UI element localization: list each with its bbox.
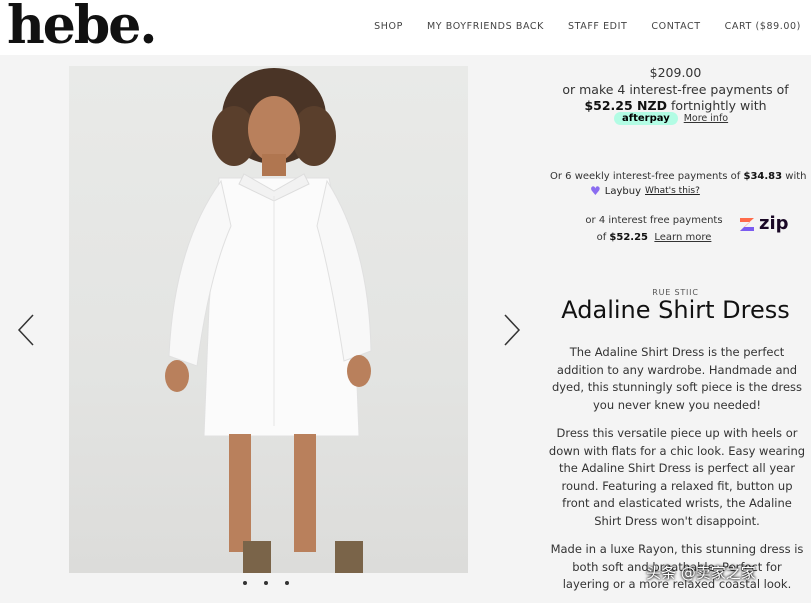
- laybuy-whats-this-link[interactable]: What's this?: [645, 186, 700, 196]
- model-illustration: [165, 68, 372, 573]
- laybuy-suffix: with: [785, 171, 807, 182]
- watermark: 头条 @卖家之家: [646, 564, 756, 582]
- product-description-paragraph: The Adaline Shirt Dress is the perfect a…: [551, 345, 803, 412]
- nav-cart[interactable]: CART ($89.00): [725, 21, 801, 32]
- gallery-pagination: [243, 581, 289, 585]
- gallery-dot[interactable]: [264, 581, 268, 585]
- afterpay-more-info-link[interactable]: More info: [684, 113, 728, 124]
- gallery-dot[interactable]: [285, 581, 289, 585]
- zip-message: or 4 interest free payments of $52.25 Le…: [580, 212, 728, 246]
- product-title: Adaline Shirt Dress: [561, 296, 790, 324]
- nav-my-boyfriends-back[interactable]: MY BOYFRIENDS BACK: [427, 21, 544, 32]
- gallery-dot[interactable]: [243, 581, 247, 585]
- laybuy-row: ♥ Laybuy What's this?: [590, 184, 700, 198]
- zip-line1: or 4 interest free payments: [585, 215, 723, 226]
- product-description-paragraph: Dress this versatile piece up with heels…: [548, 426, 806, 528]
- zip-learn-more-link[interactable]: Learn more: [654, 232, 711, 243]
- afterpay-suffix: fortnightly with: [670, 98, 767, 113]
- zip-mark-icon: [740, 217, 754, 231]
- laybuy-heart-icon: ♥: [590, 184, 601, 198]
- nav-staff-edit[interactable]: STAFF EDIT: [568, 21, 627, 32]
- zip-logo-text: zip: [759, 213, 789, 234]
- laybuy-message: Or 6 weekly interest-free payments of $3…: [550, 171, 811, 182]
- product-image: [69, 66, 468, 573]
- next-image-arrow-icon[interactable]: [502, 313, 522, 347]
- afterpay-logo: afterpay: [614, 112, 678, 125]
- zip-amount: $52.25: [609, 232, 649, 243]
- prev-image-arrow-icon[interactable]: [16, 313, 36, 347]
- site-header: hebe. SHOP MY BOYFRIENDS BACK STAFF EDIT…: [0, 0, 811, 56]
- laybuy-prefix: Or 6 weekly interest-free payments of: [550, 171, 741, 182]
- nav-contact[interactable]: CONTACT: [651, 21, 700, 32]
- afterpay-amount: $52.25 NZD: [584, 98, 667, 113]
- nav-shop[interactable]: SHOP: [374, 21, 403, 32]
- zip-logo: zip: [739, 213, 789, 234]
- afterpay-line1: or make 4 interest-free payments of: [562, 82, 789, 97]
- afterpay-message: or make 4 interest-free payments of $52.…: [540, 82, 811, 114]
- main-nav: SHOP MY BOYFRIENDS BACK STAFF EDIT CONTA…: [374, 21, 801, 32]
- laybuy-amount: $34.83: [743, 171, 783, 182]
- zip-prefix: of: [596, 232, 607, 243]
- product-price: $209.00: [649, 65, 702, 80]
- afterpay-row: afterpay More info: [614, 112, 728, 125]
- site-logo[interactable]: hebe.: [7, 0, 157, 56]
- laybuy-brand: Laybuy: [604, 185, 641, 197]
